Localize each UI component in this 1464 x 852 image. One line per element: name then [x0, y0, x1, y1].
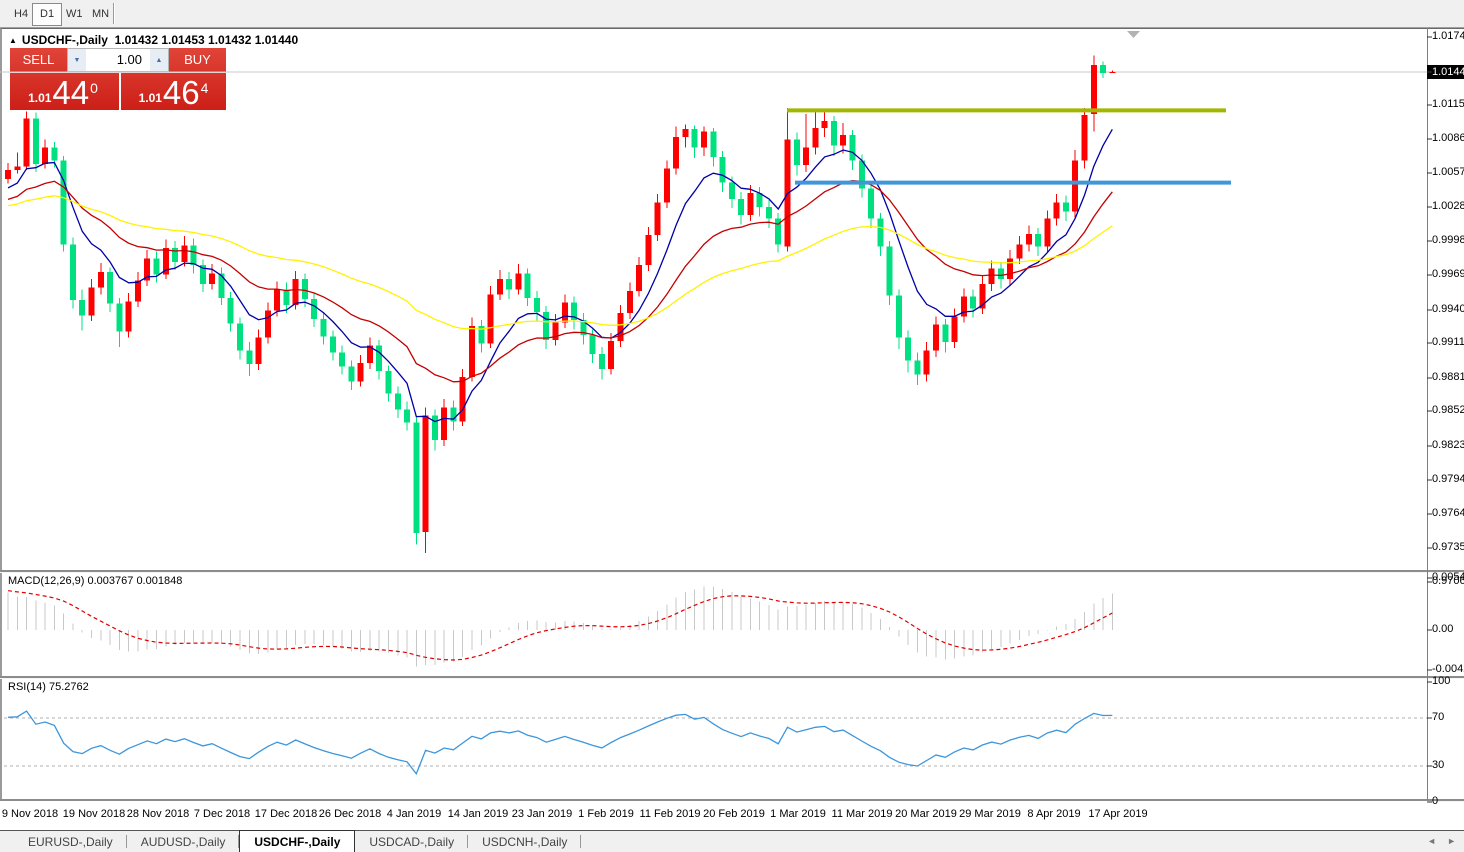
bid-big-digits: 44 [52, 78, 89, 108]
volume-input[interactable]: 1.00 [86, 49, 150, 71]
rsi-label: RSI(14) 75.2762 [8, 681, 89, 693]
chart-area[interactable] [0, 29, 1427, 570]
time-axis-label: 8 Apr 2019 [1027, 808, 1080, 820]
chart-symbol-title: USDCHF-,Daily [22, 33, 108, 47]
time-axis-label: 29 Mar 2019 [959, 808, 1021, 820]
chart-tab-usdchf[interactable]: USDCHF-,Daily [239, 830, 355, 852]
timeframe-toolbar: H4 D1 W1 MN [0, 0, 1464, 28]
time-axis-label: 20 Mar 2019 [895, 808, 957, 820]
rsi-axis-label: 100 [1432, 675, 1450, 687]
volume-decrease-icon[interactable]: ▼ [68, 49, 86, 71]
chart-tab-audusd[interactable]: AUDUSD-,Daily [127, 831, 240, 852]
price-axis-label: 1.01740 [1432, 30, 1464, 42]
chart-tab-usdcnh[interactable]: USDCNH-,Daily [468, 831, 581, 852]
current-price-badge: 1.01440 [1427, 65, 1464, 79]
bid-price-button[interactable]: 1.01440 [10, 73, 116, 110]
price-axis-label: 0.99695 [1432, 268, 1464, 280]
price-axis-label: 0.98230 [1432, 439, 1464, 451]
time-axis-label: 17 Dec 2018 [255, 808, 317, 820]
time-axis-label: 11 Mar 2019 [832, 808, 893, 820]
time-axis-label: 4 Jan 2019 [387, 808, 441, 820]
time-axis-label: 28 Nov 2018 [127, 808, 189, 820]
volume-increase-icon[interactable]: ▲ [150, 49, 168, 71]
price-axis-label: 0.98525 [1432, 404, 1464, 416]
macd-axis-label: 0.005429 [1432, 571, 1464, 583]
price-axis-label: 1.01155 [1432, 98, 1464, 110]
price-axis-border [1427, 28, 1428, 800]
time-axis-label: 11 Feb 2019 [640, 808, 701, 820]
price-axis-label: 1.00570 [1432, 166, 1464, 178]
bid-pip-digit: 0 [90, 80, 98, 96]
volume-spinner: ▼ 1.00 ▲ [67, 48, 169, 72]
chart-header: ▲ USDCHF-,Daily 1.01432 1.01453 1.01432 1… [9, 33, 298, 47]
chart-tab-eurusd[interactable]: EURUSD-,Daily [14, 831, 127, 852]
ask-price-button[interactable]: 1.01464 [119, 73, 226, 110]
price-axis-label: 0.99110 [1432, 336, 1464, 348]
macd-axis-label: 0.00 [1432, 623, 1453, 635]
one-click-trade-panel: SELL ▼ 1.00 ▲ BUY 1.01440 1.01464 [10, 48, 226, 110]
macd-name: MACD(12,26,9) [8, 575, 84, 587]
toolbar-separator [113, 3, 115, 24]
price-axis-label: 0.99985 [1432, 234, 1464, 246]
price-axis-label: 0.97940 [1432, 473, 1464, 485]
ask-pip-digit: 4 [201, 80, 209, 96]
chart-ohlc-values: 1.01432 1.01453 1.01432 1.01440 [115, 33, 299, 47]
time-axis-label: 14 Jan 2019 [448, 808, 509, 820]
time-axis-label: 7 Dec 2018 [194, 808, 250, 820]
macd-panel-separator[interactable] [0, 570, 1464, 573]
macd-signal-value: 0.001848 [136, 575, 182, 587]
price-axis-label: 0.97355 [1432, 541, 1464, 553]
time-axis-label: 9 Nov 2018 [2, 808, 58, 820]
bid-prefix: 1.01 [28, 91, 51, 105]
price-axis-label: 0.97645 [1432, 507, 1464, 519]
rsi-axis-label: 70 [1432, 711, 1444, 723]
price-axis-label: 0.98815 [1432, 371, 1464, 383]
chart-tab-bar: EURUSD-,DailyAUDUSD-,DailyUSDCHF-,DailyU… [0, 830, 1464, 852]
tab-scroll-right-icon[interactable]: ► [1447, 836, 1456, 846]
time-axis-label: 26 Dec 2018 [319, 808, 381, 820]
rsi-axis-label: 0 [1432, 795, 1438, 807]
rsi-axis-label: 30 [1432, 759, 1444, 771]
rsi-name: RSI(14) [8, 681, 46, 693]
trading-platform-window: H4 D1 W1 MN ▲ USDCHF-,Daily 1.01432 1.014… [0, 0, 1464, 852]
rsi-panel-separator[interactable] [0, 676, 1464, 679]
time-axis-label: 23 Jan 2019 [512, 808, 573, 820]
price-axis-label: 1.00865 [1432, 132, 1464, 144]
macd-label: MACD(12,26,9) 0.003767 0.001848 [8, 575, 182, 587]
price-axis-label: 1.00280 [1432, 200, 1464, 212]
time-axis-label: 1 Mar 2019 [770, 808, 826, 820]
ask-prefix: 1.01 [139, 91, 162, 105]
macd-main-value: 0.003767 [87, 575, 133, 587]
time-axis[interactable]: 9 Nov 2018 19 Nov 201828 Nov 2018 7 Dec 20… [0, 801, 1427, 830]
rsi-value: 75.2762 [49, 681, 89, 693]
trade-panel-top-row: SELL ▼ 1.00 ▲ BUY [10, 48, 226, 73]
time-axis-label: 20 Feb 2019 [703, 808, 765, 820]
macd-axis-label: -0.004217 [1432, 663, 1464, 675]
ask-big-digits: 46 [163, 78, 200, 108]
time-axis-label: 17 Apr 2019 [1088, 808, 1147, 820]
tab-scroll-left-icon[interactable]: ◄ [1427, 836, 1436, 846]
time-axis-label: 19 Nov 2018 [63, 808, 125, 820]
price-axis-label: 0.99400 [1432, 303, 1464, 315]
sell-button[interactable]: SELL [10, 48, 67, 72]
time-axis-label: 1 Feb 2019 [578, 808, 634, 820]
collapse-arrow-icon[interactable]: ▲ [9, 36, 17, 45]
buy-button[interactable]: BUY [169, 48, 226, 72]
chart-tab-usdcad[interactable]: USDCAD-,Daily [355, 831, 468, 852]
